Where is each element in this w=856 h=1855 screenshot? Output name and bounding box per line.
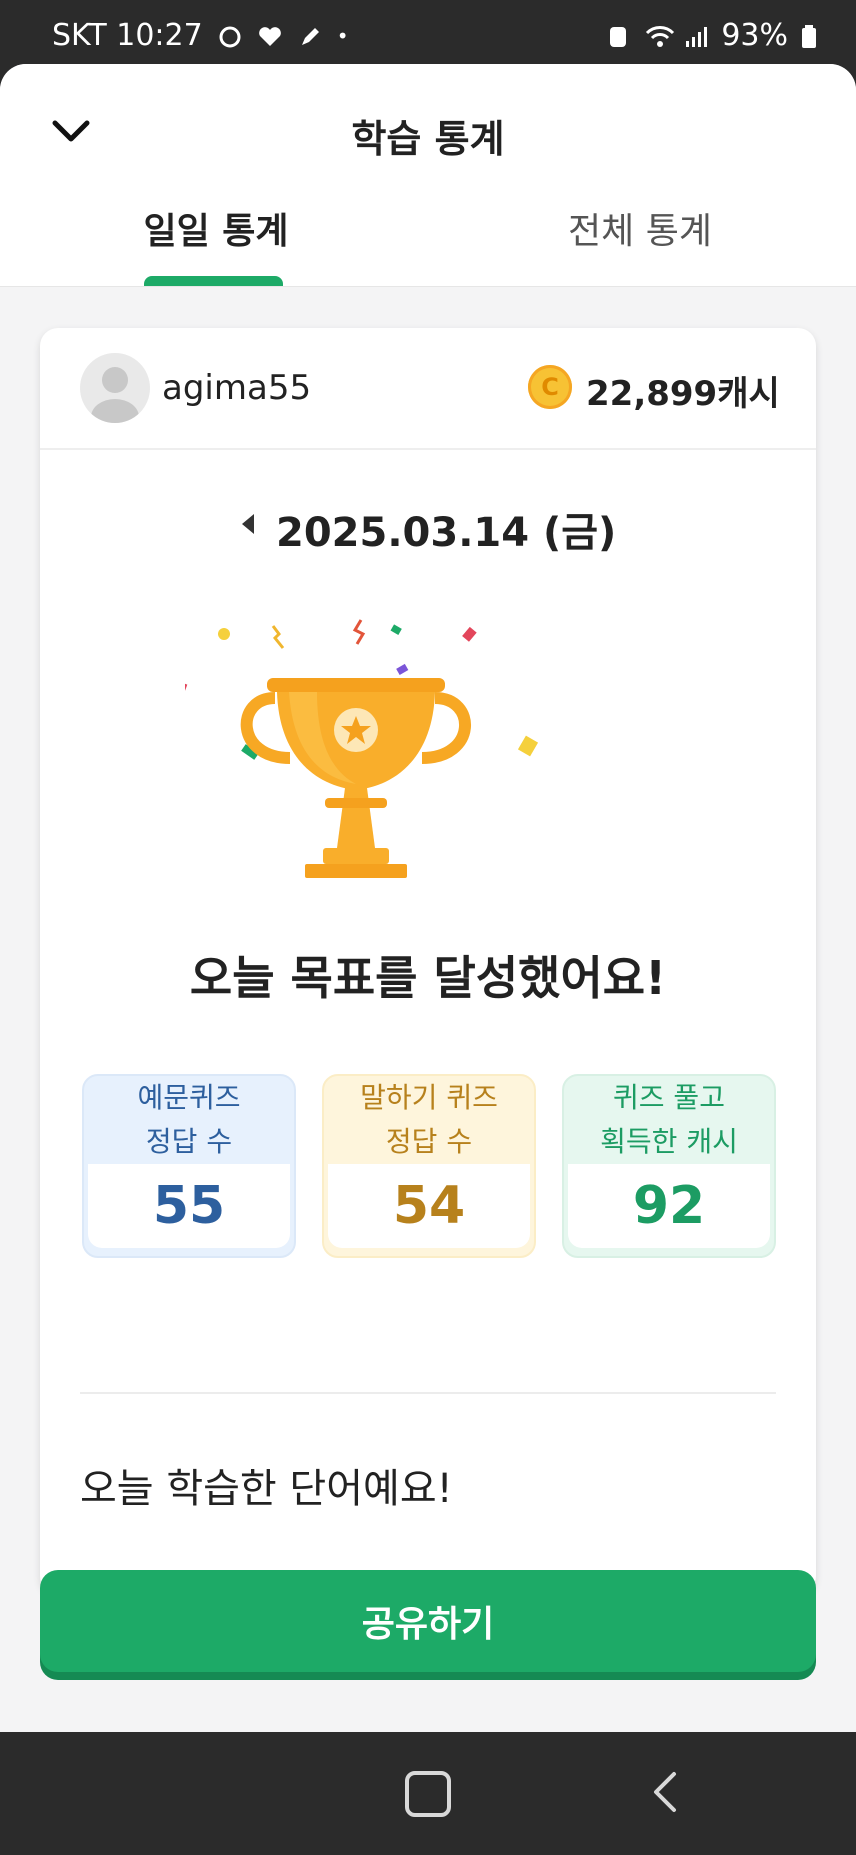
goal-achieved-message: 오늘 목표를 달성했어요! [189,951,667,1005]
carrier-time: SKT 10:27 [52,18,203,53]
battery-level: 93% [721,18,788,53]
date-selector: 2025.03.14 (금) [40,496,816,556]
page-title: 학습 통계 [351,117,505,161]
dot-icon: • [336,23,349,48]
sync-icon [607,23,633,49]
stat-speaking-quiz: 말하기 퀴즈 정답 수 54 [322,1074,536,1258]
stat-label-line2: 정답 수 [385,1125,473,1158]
stat-label: 예문퀴즈 정답 수 [84,1076,294,1164]
active-tab-indicator [144,276,283,286]
back-icon[interactable] [650,1770,680,1818]
status-left: SKT 10:27 • [52,18,349,53]
header: 학습 통계 일일 통계 전체 통계 [0,64,856,287]
stat-quiz-cash: 퀴즈 풀고 획득한 캐시 92 [562,1074,776,1258]
status-right: 93% [607,18,826,53]
heart-icon [257,23,283,49]
notification-icon [217,23,243,49]
tab-total-stats[interactable]: 전체 통계 [540,202,740,254]
divider [80,1392,776,1394]
stat-label-line1: 말하기 퀴즈 [360,1081,498,1114]
stat-label-line2: 획득한 캐시 [600,1125,738,1158]
wifi-icon [645,23,675,49]
stat-value: 54 [328,1164,530,1248]
daily-stats-card: agima55 C 22,899캐시 2025.03.14 (금) 오늘 목표를… [40,328,816,1594]
stat-value: 92 [568,1164,770,1248]
tab-daily-stats[interactable]: 일일 통계 [116,202,316,254]
stat-label-line1: 예문퀴즈 [137,1081,241,1114]
profile-row: agima55 C 22,899캐시 [40,328,816,450]
system-nav-bar [0,1732,856,1855]
cash-balance: 22,899캐시 [586,374,780,414]
trophy-icon [177,619,539,878]
avatar [80,353,150,423]
pen-icon [297,23,323,49]
stat-value: 55 [88,1164,290,1248]
status-bar: SKT 10:27 • 93% [0,0,856,64]
stat-label: 퀴즈 풀고 획득한 캐시 [564,1076,774,1164]
stat-label: 말하기 퀴즈 정답 수 [324,1076,534,1164]
share-button[interactable]: 공유하기 [40,1570,816,1672]
stat-example-quiz: 예문퀴즈 정답 수 55 [82,1074,296,1258]
username: agima55 [162,368,312,408]
home-icon[interactable] [405,1771,451,1817]
signal-icon [683,23,709,49]
trophy-illustration [177,608,665,908]
battery-icon [800,23,826,49]
current-date: 2025.03.14 (금) [276,510,617,556]
stats-sheet: 학습 통계 일일 통계 전체 통계 agima55 C 22,899캐시 202… [0,64,856,1732]
chevron-left-icon[interactable] [242,514,254,534]
coin-icon: C [528,365,572,409]
stat-label-line2: 정답 수 [145,1125,233,1158]
learned-words-title: 오늘 학습한 단어예요! [80,1466,453,1512]
avatar-placeholder-icon [91,367,139,423]
stat-label-line1: 퀴즈 풀고 [613,1081,725,1114]
